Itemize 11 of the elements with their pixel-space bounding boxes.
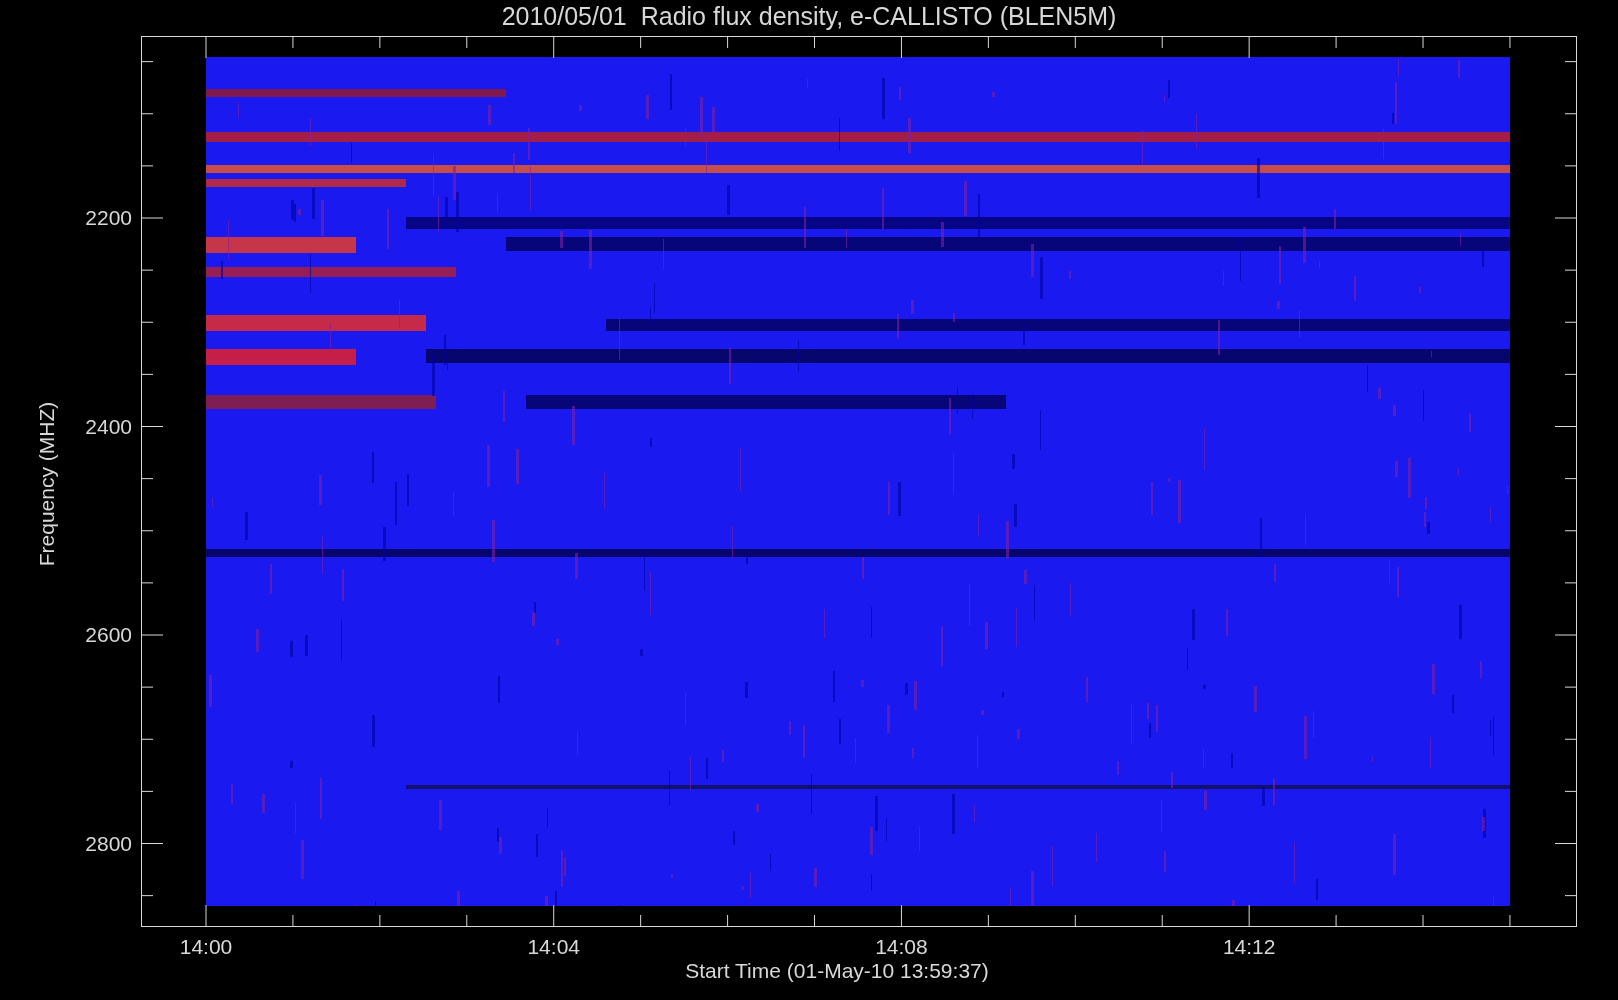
- y-axis-label: Frequency (MHZ): [35, 400, 59, 569]
- x-tick-label: 14:00: [178, 935, 234, 959]
- y-tick-label: 2600: [84, 623, 132, 647]
- y-tick-label: 2400: [84, 414, 132, 439]
- x-axis-label: Start Time (01-May-10 13:59:37): [684, 959, 990, 983]
- chart-title: 2010/05/01 Radio flux density, e-CALLISTO (BLEN5M): [500, 1, 1118, 31]
- x-tick-label: 14:08: [874, 935, 929, 959]
- y-tick-label: 2200: [84, 206, 132, 230]
- x-tick-label: 14:04: [526, 935, 581, 959]
- x-tick-label: 14:12: [1221, 935, 1277, 959]
- y-tick-label: 2800: [84, 831, 132, 856]
